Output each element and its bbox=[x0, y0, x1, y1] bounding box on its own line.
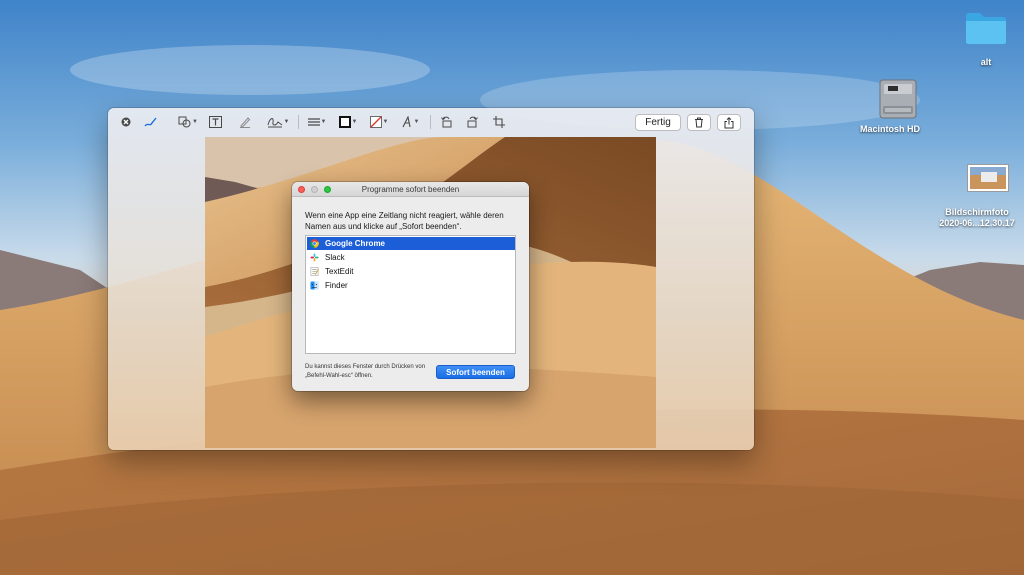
list-item-finder[interactable]: Finder bbox=[307, 279, 515, 292]
done-button[interactable]: Fertig bbox=[635, 114, 681, 131]
list-item-slack[interactable]: Slack bbox=[307, 251, 515, 264]
desktop-icon-label: alt bbox=[980, 57, 992, 67]
share-icon bbox=[724, 116, 734, 128]
force-quit-button-label: Sofort beenden bbox=[446, 367, 505, 377]
folder-icon bbox=[966, 13, 1006, 44]
share-button[interactable] bbox=[717, 114, 741, 131]
force-quit-button[interactable]: Sofort beenden bbox=[436, 365, 515, 379]
shapes-icon[interactable]: ▼ bbox=[176, 114, 200, 130]
finder-icon bbox=[310, 281, 319, 290]
desktop-icon-label-line1: Bildschirmfoto bbox=[945, 207, 1009, 217]
desktop-icon-folder-alt[interactable]: alt bbox=[960, 10, 1012, 68]
toolbar-divider bbox=[430, 115, 431, 129]
text-box-icon[interactable] bbox=[207, 114, 223, 130]
desktop-icon-label-line2: 2020-06...12.30.17 bbox=[939, 218, 1015, 228]
textedit-icon bbox=[310, 267, 319, 276]
chrome-icon bbox=[310, 239, 319, 248]
close-window-icon[interactable] bbox=[298, 186, 305, 193]
hard-drive-icon bbox=[879, 79, 916, 119]
close-icon[interactable] bbox=[120, 114, 132, 130]
app-name: Google Chrome bbox=[325, 239, 386, 248]
app-name: Finder bbox=[325, 281, 348, 290]
trash-icon bbox=[695, 117, 703, 128]
screenshot-thumbnail-icon bbox=[967, 164, 1009, 192]
crop-icon[interactable] bbox=[491, 114, 507, 130]
desktop-icon-macintosh-hd[interactable]: Macintosh HD bbox=[855, 76, 925, 135]
dialog-title: Programme sofort beenden bbox=[361, 185, 460, 194]
force-quit-dialog: Programme sofort beenden Wenn eine App e… bbox=[292, 182, 529, 391]
sketch-icon[interactable] bbox=[143, 114, 159, 130]
desktop-icon-screenshot[interactable]: Bildschirmfoto 2020-06...12.30.17 bbox=[934, 164, 1020, 229]
dialog-hint: Du kannst dieses Fenster durch Drücken v… bbox=[305, 364, 426, 379]
list-item-textedit[interactable]: TextEdit bbox=[307, 265, 515, 278]
signature-icon[interactable]: ▼ bbox=[265, 114, 291, 130]
app-name: TextEdit bbox=[325, 267, 354, 276]
line-style-icon[interactable]: ▼ bbox=[305, 114, 329, 130]
font-icon[interactable]: ▼ bbox=[398, 114, 422, 130]
toolbar-divider bbox=[298, 115, 299, 129]
fill-color-icon[interactable]: ▼ bbox=[367, 114, 391, 130]
desktop-icon-label: Macintosh HD bbox=[859, 124, 920, 134]
dialog-instruction: Wenn eine App eine Zeitlang nicht reagie… bbox=[305, 211, 504, 231]
rotate-left-icon[interactable] bbox=[438, 114, 454, 130]
app-list: Google Chrome Slack TextEdit Finder bbox=[305, 235, 516, 354]
markup-toolbar: ▼ ▼ ▼ ▼ ▼ ▼ Fertig bbox=[108, 108, 754, 136]
highlight-icon[interactable] bbox=[237, 114, 253, 130]
border-color-icon[interactable]: ▼ bbox=[336, 114, 360, 130]
rotate-right-icon[interactable] bbox=[464, 114, 480, 130]
slack-icon bbox=[310, 253, 319, 262]
done-button-label: Fertig bbox=[645, 117, 671, 128]
minimize-window-icon bbox=[311, 186, 318, 193]
zoom-window-icon[interactable] bbox=[324, 186, 331, 193]
delete-button[interactable] bbox=[687, 114, 711, 131]
app-name: Slack bbox=[325, 253, 345, 262]
list-item-google-chrome[interactable]: Google Chrome bbox=[307, 237, 515, 250]
